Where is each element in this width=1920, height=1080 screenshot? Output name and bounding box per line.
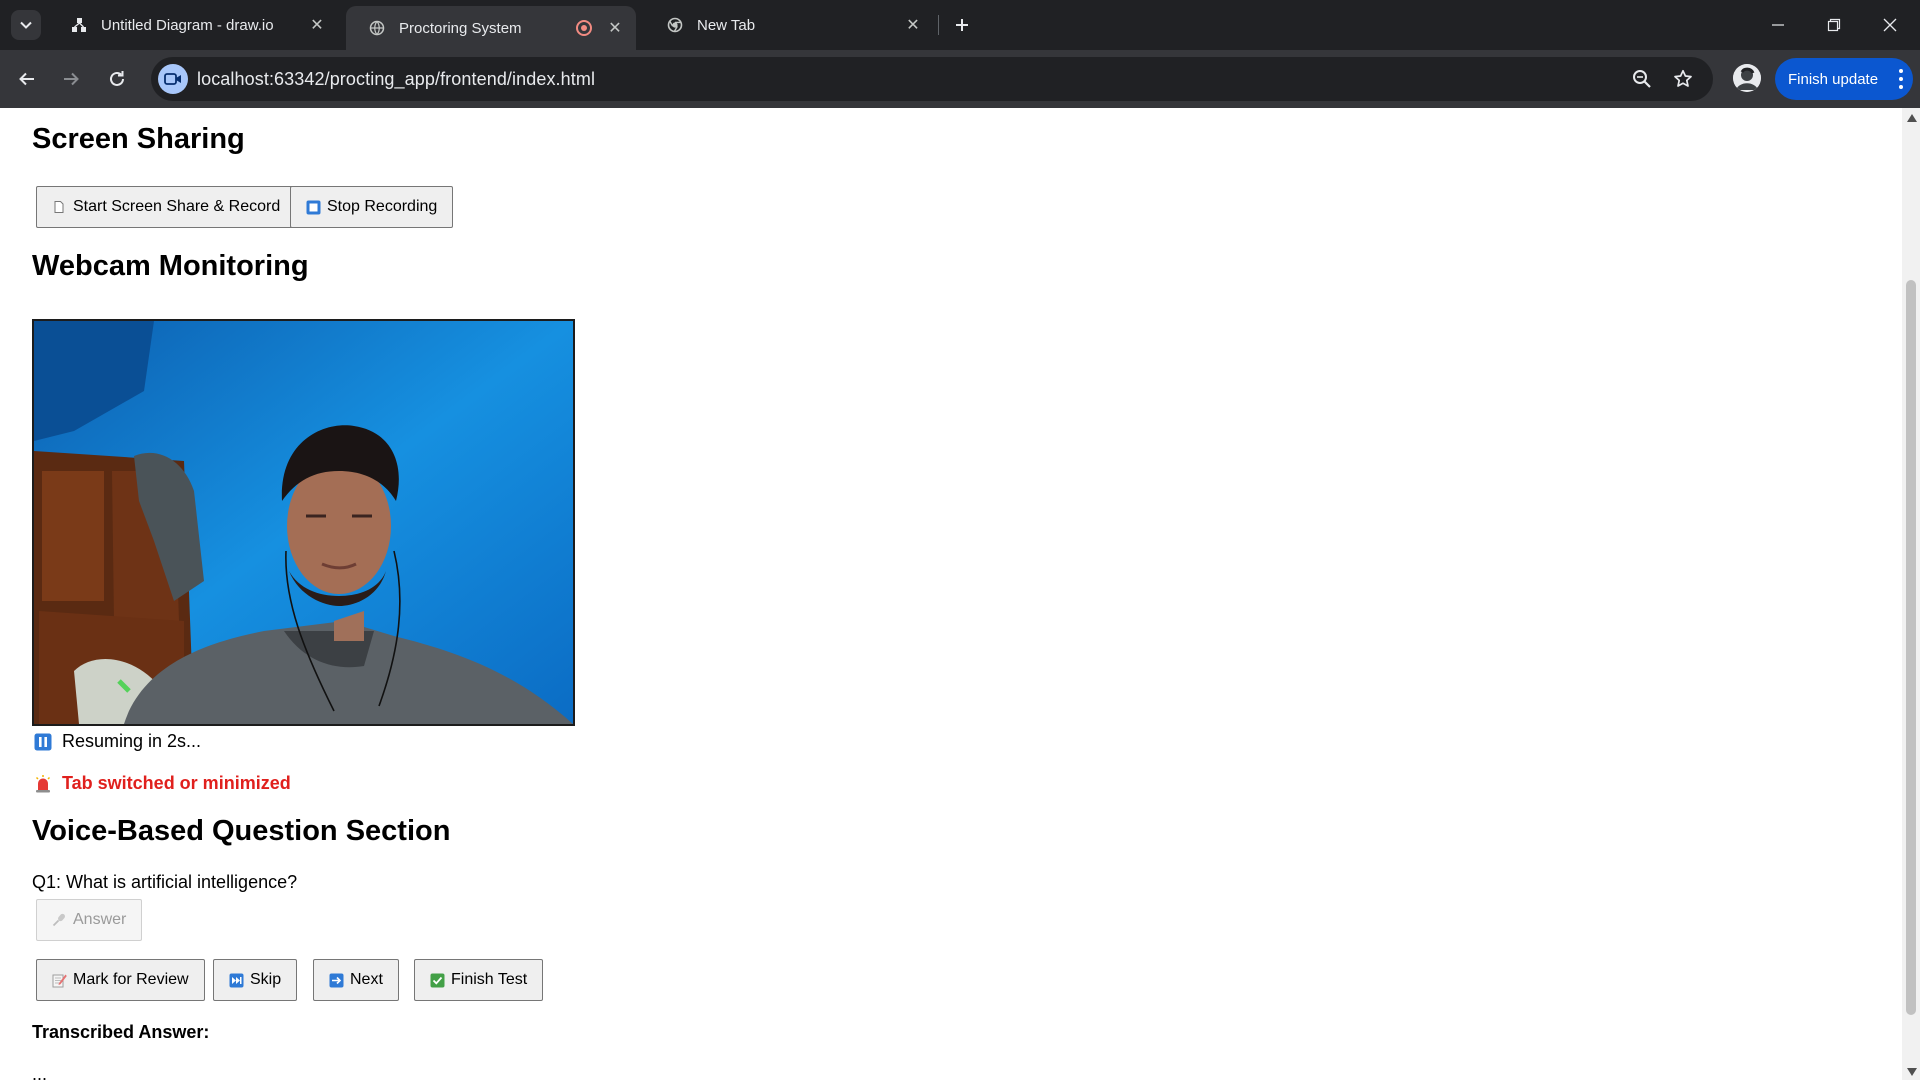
- start-screen-share-button[interactable]: Start Screen Share & Record: [36, 186, 297, 228]
- new-tab-button[interactable]: [947, 10, 977, 40]
- minimize-button[interactable]: [1750, 0, 1806, 50]
- finish-test-label: Finish Test: [451, 971, 528, 988]
- reload-button[interactable]: [101, 63, 133, 95]
- close-icon[interactable]: ✕: [604, 17, 626, 39]
- finish-update-label: Finish update: [1788, 70, 1879, 88]
- page-scrollbar[interactable]: [1902, 108, 1920, 1080]
- chrome-icon: [666, 16, 684, 34]
- scroll-down-arrow-icon[interactable]: [1907, 1068, 1917, 1076]
- plus-icon: [956, 19, 968, 31]
- tab-drawio[interactable]: Untitled Diagram - draw.io ✕: [48, 0, 338, 50]
- webcam-video: [32, 319, 575, 726]
- arrow-right-icon: [328, 972, 344, 988]
- back-button[interactable]: [11, 63, 43, 95]
- screen-sharing-heading: Screen Sharing: [32, 123, 245, 155]
- transcribed-answer-value: ...: [32, 1064, 48, 1080]
- page-viewport: Screen Sharing Start Screen Share & Reco…: [0, 108, 1900, 1080]
- skip-button[interactable]: Skip: [213, 959, 298, 1001]
- fast-forward-icon: [228, 972, 244, 988]
- document-icon: [51, 199, 67, 215]
- siren-icon: [34, 774, 52, 793]
- question-text: Q1: What is artificial intelligence?: [32, 872, 298, 892]
- stop-icon: [305, 199, 321, 215]
- arrow-right-icon: [64, 72, 79, 86]
- zoom-icon[interactable]: [1631, 68, 1653, 90]
- restore-icon: [1827, 18, 1841, 32]
- scroll-thumb[interactable]: [1906, 280, 1916, 1015]
- close-icon[interactable]: ✕: [902, 14, 924, 36]
- tab-title: Untitled Diagram - draw.io: [101, 16, 274, 34]
- arrow-left-icon: [19, 72, 34, 86]
- answer-button[interactable]: Answer: [36, 899, 143, 941]
- mark-for-review-label: Mark for Review: [73, 971, 189, 988]
- restore-button[interactable]: [1806, 0, 1862, 50]
- reload-icon: [110, 71, 124, 86]
- start-screen-share-label: Start Screen Share & Record: [73, 198, 281, 215]
- webcam-status-text: Resuming in 2s...: [62, 731, 202, 751]
- close-window-button[interactable]: [1862, 0, 1918, 50]
- tab-proctoring[interactable]: Proctoring System ✕: [346, 6, 636, 50]
- answer-label: Answer: [73, 911, 127, 928]
- memo-icon: [51, 972, 67, 988]
- bookmark-star-icon[interactable]: [1672, 68, 1694, 90]
- globe-icon: [368, 19, 386, 37]
- minimize-icon: [1772, 24, 1784, 26]
- forward-button[interactable]: [55, 63, 87, 95]
- close-icon[interactable]: ✕: [306, 14, 328, 36]
- microphone-icon: [51, 912, 67, 928]
- tab-strip: Untitled Diagram - draw.io ✕ Proctoring …: [0, 0, 1920, 50]
- webcam-heading: Webcam Monitoring: [32, 250, 309, 282]
- tab-switch-alert-text: Tab switched or minimized: [62, 773, 291, 793]
- chevron-down-icon: [20, 21, 32, 29]
- browser-toolbar: localhost:63342/procting_app/frontend/in…: [0, 50, 1920, 108]
- recording-icon: [576, 20, 592, 36]
- address-bar[interactable]: localhost:63342/procting_app/frontend/in…: [151, 57, 1713, 101]
- stop-recording-button[interactable]: Stop Recording: [290, 186, 454, 228]
- tab-title: New Tab: [697, 16, 756, 34]
- url-text: localhost:63342/procting_app/frontend/in…: [197, 69, 596, 89]
- tab-search-button[interactable]: [11, 10, 41, 40]
- next-button[interactable]: Next: [313, 959, 399, 1001]
- transcribed-answer-label: Transcribed Answer:: [32, 1022, 210, 1042]
- scroll-up-arrow-icon[interactable]: [1907, 114, 1917, 122]
- tab-title: Proctoring System: [399, 19, 522, 37]
- stop-recording-label: Stop Recording: [327, 198, 438, 215]
- skip-label: Skip: [250, 971, 282, 988]
- profile-avatar[interactable]: [1733, 64, 1761, 92]
- webcam-status: Resuming in 2s...: [34, 731, 201, 752]
- mark-for-review-button[interactable]: Mark for Review: [36, 959, 205, 1001]
- finish-update-button[interactable]: Finish update: [1775, 58, 1913, 100]
- tab-new[interactable]: New Tab ✕: [644, 0, 934, 50]
- more-menu-icon: [1899, 69, 1903, 89]
- next-label: Next: [350, 971, 383, 988]
- voice-section-heading: Voice-Based Question Section: [32, 815, 451, 847]
- finish-test-button[interactable]: Finish Test: [414, 959, 544, 1001]
- check-mark-icon: [429, 972, 445, 988]
- close-icon: [1883, 18, 1897, 32]
- tab-switch-alert: Tab switched or minimized: [34, 773, 291, 794]
- pause-icon: [34, 733, 52, 751]
- tab-divider: [938, 15, 939, 35]
- drawio-icon: [70, 16, 88, 34]
- camera-in-use-icon[interactable]: [158, 64, 188, 94]
